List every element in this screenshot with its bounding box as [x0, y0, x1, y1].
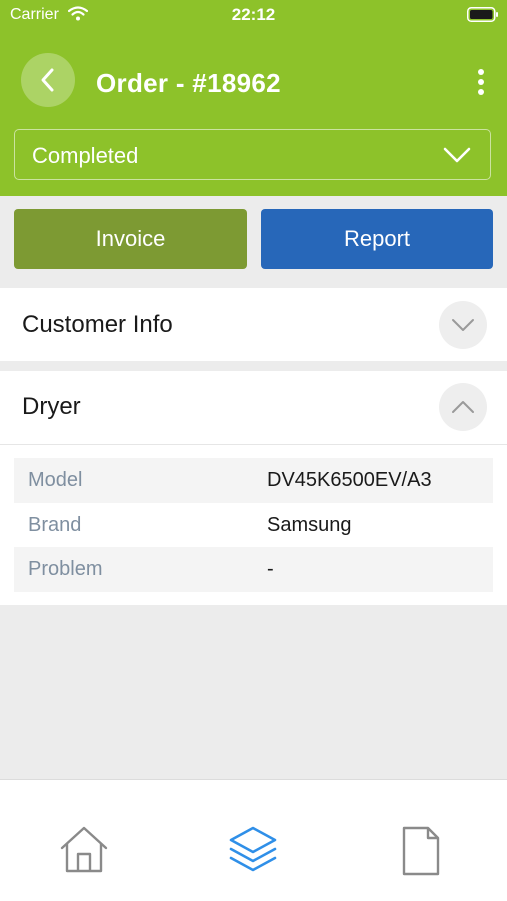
spec-value-problem: -	[267, 558, 274, 580]
more-vertical-icon	[478, 69, 484, 75]
battery-icon	[467, 7, 499, 27]
invoice-button[interactable]: Invoice	[14, 209, 247, 269]
chevron-up-icon	[452, 401, 474, 413]
table-row: Brand Samsung	[14, 503, 493, 548]
order-header: Carrier 22:12 Order - #18962 Completed	[0, 0, 507, 196]
page-title: Order - #18962	[96, 68, 281, 98]
spec-label-brand: Brand	[28, 513, 82, 536]
document-icon	[402, 826, 440, 876]
dryer-section: Dryer Model DV45K6500EV/A3 Brand Samsung…	[0, 371, 507, 605]
home-icon	[60, 826, 108, 873]
layers-icon	[229, 826, 277, 872]
section-divider	[0, 444, 507, 445]
section-title-dryer: Dryer	[22, 393, 81, 420]
order-status-value: Completed	[32, 143, 139, 168]
table-row: Problem -	[14, 547, 493, 592]
clock: 22:12	[231, 5, 276, 24]
table-row: Model DV45K6500EV/A3	[14, 458, 493, 503]
more-options-button[interactable]	[466, 64, 496, 100]
order-status-select[interactable]: Completed	[14, 129, 491, 180]
customer-info-section: Customer Info	[0, 288, 507, 361]
chevron-down-icon	[443, 147, 471, 163]
chevron-down-icon	[452, 319, 474, 331]
back-button[interactable]	[21, 53, 75, 107]
dryer-spec-table: Model DV45K6500EV/A3 Brand Samsung Probl…	[14, 458, 493, 592]
spec-value-model: DV45K6500EV/A3	[267, 469, 432, 491]
report-button[interactable]: Report	[261, 209, 493, 269]
tab-orders[interactable]	[223, 820, 283, 880]
tab-documents[interactable]	[390, 820, 450, 880]
status-bar: Carrier 22:12	[0, 0, 507, 30]
spec-value-brand: Samsung	[267, 513, 352, 536]
spec-label-model: Model	[28, 469, 83, 491]
bottom-tab-bar	[0, 779, 507, 901]
tab-home[interactable]	[54, 820, 114, 880]
collapse-dryer-button[interactable]	[439, 383, 487, 431]
chevron-left-icon	[41, 68, 54, 92]
expand-customer-info-button[interactable]	[439, 301, 487, 349]
section-title-customer-info: Customer Info	[22, 311, 173, 338]
spec-label-problem: Problem	[28, 558, 103, 580]
